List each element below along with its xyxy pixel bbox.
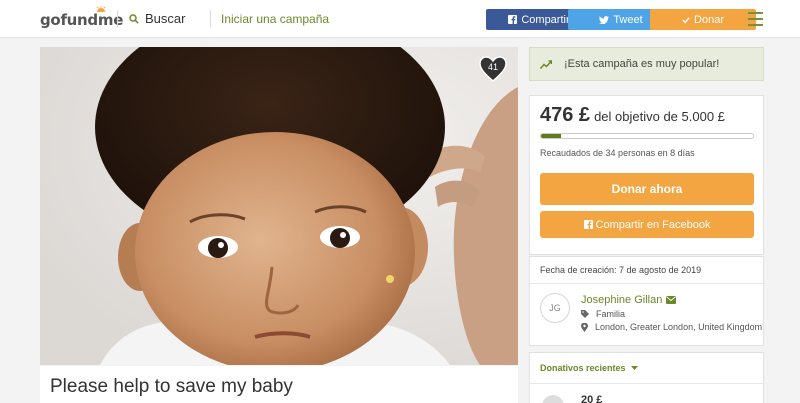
campaign-image[interactable] — [40, 47, 518, 365]
facebook-icon — [508, 15, 518, 24]
recent-donations-card: Donativos recientes 20 £ — [529, 352, 764, 403]
tag-icon — [581, 310, 589, 318]
recent-donations-label: Donativos recientes — [540, 363, 626, 373]
gofundme-logo[interactable]: gofundme — [40, 11, 123, 29]
organizer-avatar: JG — [540, 293, 570, 323]
divider — [530, 283, 763, 284]
search-icon — [129, 13, 139, 24]
start-campaign-link[interactable]: Iniciar una campaña — [221, 12, 329, 26]
facebook-icon — [583, 220, 593, 229]
organizer-location-row: London, Greater London, United Kingdom — [581, 322, 762, 332]
donor-avatar — [542, 395, 564, 403]
organizer-name: Josephine Gillan — [581, 294, 663, 306]
donation-card: 476 £ del objetivo de 5.000 £ Recaudados… — [529, 95, 764, 255]
tweet-label: Tweet — [613, 13, 643, 26]
organizer-card: Fecha de creación: 7 de agosto de 2019 J… — [529, 256, 764, 346]
popular-text: ¡Esta campaña es muy popular! — [564, 58, 720, 70]
donate-now-button[interactable]: Donar ahora — [540, 173, 754, 205]
organizer-name-link[interactable]: Josephine Gillan — [581, 294, 677, 306]
progress-fill — [541, 134, 562, 138]
header-divider — [117, 10, 118, 28]
search-label: Buscar — [145, 11, 186, 26]
hamburger-icon[interactable] — [748, 12, 763, 30]
raised-summary: 476 £ del objetivo de 5.000 £ — [540, 104, 725, 127]
divider — [530, 383, 763, 384]
check-icon — [682, 16, 690, 24]
popular-banner: ¡Esta campaña es muy popular! — [529, 47, 764, 81]
logo-sun-icon — [96, 6, 106, 12]
chevron-down-icon — [630, 366, 638, 370]
location-pin-icon — [581, 322, 588, 332]
organizer-relation-row: Familia — [581, 309, 625, 319]
goal-text: del objetivo de 5.000 £ — [594, 109, 725, 124]
share-facebook-label: Compartir — [521, 13, 570, 26]
raised-amount: 476 £ — [540, 104, 591, 126]
baby-photo — [40, 47, 518, 365]
share-facebook-sidebar-label: Compartir en Facebook — [595, 218, 711, 231]
organizer-location: London, Greater London, United Kingdom — [595, 322, 763, 332]
progress-bar — [540, 133, 754, 139]
heart-count: 41 — [487, 62, 498, 72]
recent-donations-toggle[interactable]: Donativos recientes — [540, 363, 638, 373]
trending-icon — [540, 59, 552, 69]
envelope-icon[interactable] — [666, 296, 677, 304]
search-link[interactable]: Buscar — [129, 11, 185, 26]
title-card: Please help to save my baby — [40, 366, 518, 403]
organizer-relation: Familia — [596, 309, 626, 319]
twitter-icon — [599, 15, 610, 24]
donate-header-label: Donar — [694, 13, 724, 26]
raised-by-text: Recaudados de 34 personas en 8 días — [540, 148, 695, 158]
donation-amount: 20 £ — [581, 394, 603, 403]
header-divider — [210, 10, 211, 28]
campaign-title: Please help to save my baby — [50, 376, 293, 397]
top-header: gofundme Buscar Iniciar una campaña Comp… — [0, 0, 800, 38]
donate-header-button[interactable]: Donar — [650, 9, 756, 30]
creation-date: Fecha de creación: 7 de agosto de 2019 — [540, 265, 702, 275]
share-facebook-sidebar-button[interactable]: Compartir en Facebook — [540, 211, 754, 238]
